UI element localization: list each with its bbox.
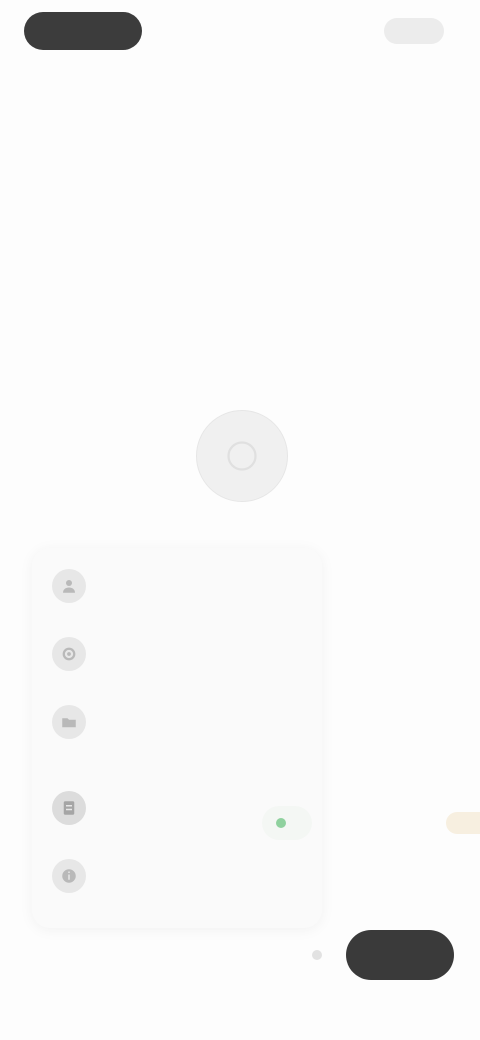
- menu-item-2[interactable]: [52, 632, 312, 676]
- folder-icon: [52, 705, 86, 739]
- action-menu: [32, 548, 322, 928]
- secondary-chip[interactable]: [446, 812, 480, 834]
- header-right-control[interactable]: [384, 18, 444, 44]
- status-dot-icon: [276, 818, 286, 828]
- status-chip[interactable]: [262, 806, 312, 840]
- menu-item-1[interactable]: [52, 564, 312, 608]
- indicator-dot-icon: [312, 950, 322, 960]
- settings-icon: [52, 637, 86, 671]
- center-placeholder-icon: [196, 410, 288, 502]
- secondary-action-button[interactable]: [84, 938, 108, 972]
- menu-item-5[interactable]: [52, 854, 312, 898]
- placeholder-icon: [227, 441, 257, 471]
- user-icon: [52, 569, 86, 603]
- info-icon: [52, 859, 86, 893]
- header-pill-button[interactable]: [24, 12, 142, 50]
- document-icon: [52, 791, 86, 825]
- primary-action-button[interactable]: [346, 930, 454, 980]
- menu-item-3[interactable]: [52, 700, 312, 744]
